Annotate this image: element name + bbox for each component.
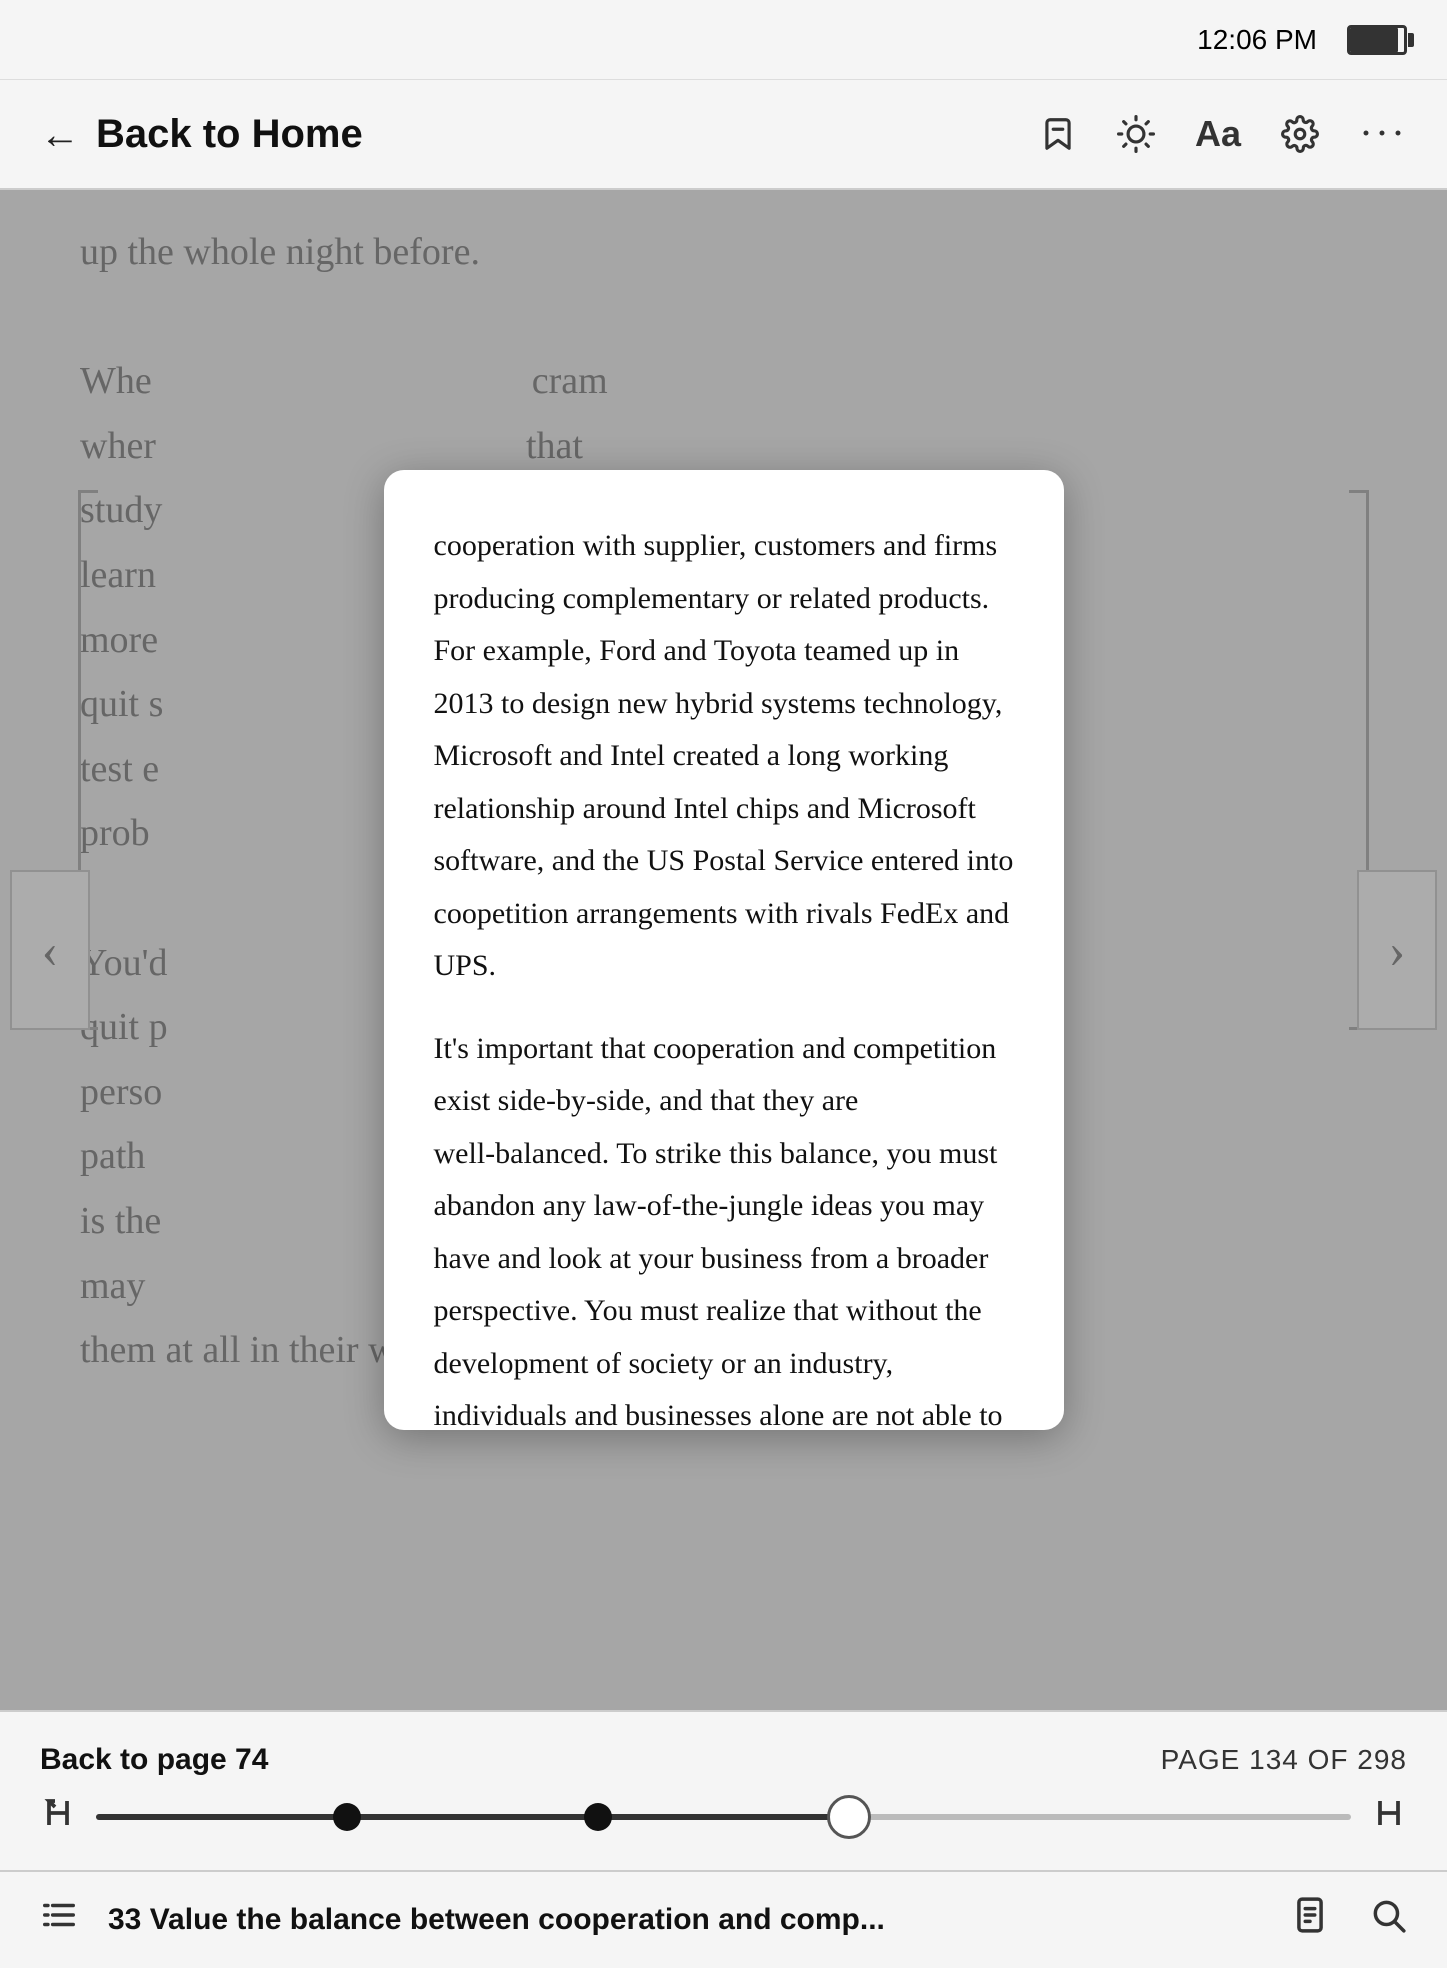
status-bar: 12:06 PM xyxy=(0,0,1447,80)
modal-content: cooperation with supplier, customers and… xyxy=(384,470,1064,1430)
status-time: 12:06 PM xyxy=(1197,24,1317,56)
progress-fill xyxy=(96,1814,849,1820)
chapter-icons xyxy=(1291,1896,1407,1944)
bottom-bar: Back to page 74 PAGE 134 OF 298 xyxy=(0,1710,1447,1870)
bookmark-icon[interactable] xyxy=(1039,115,1077,153)
search-icon[interactable] xyxy=(1369,1896,1407,1944)
progress-row xyxy=(40,1795,1407,1839)
progress-end-icon[interactable] xyxy=(1371,1795,1407,1839)
document-icon[interactable] xyxy=(1291,1896,1329,1944)
nav-icons: Aa ··· xyxy=(1039,110,1407,158)
more-icon[interactable]: ··· xyxy=(1359,110,1407,158)
progress-dot-2 xyxy=(584,1803,612,1831)
back-label: Back to Home xyxy=(96,112,363,157)
back-to-page-label[interactable]: Back to page 74 xyxy=(40,1743,268,1777)
font-icon[interactable]: Aa xyxy=(1195,113,1241,155)
back-button[interactable]: ← Back to Home xyxy=(40,111,363,158)
reading-area: up the whole night before. Whecram whert… xyxy=(0,190,1447,1710)
battery-icon xyxy=(1347,25,1407,55)
progress-start-icon[interactable] xyxy=(40,1795,76,1839)
modal-overlay[interactable]: cooperation with supplier, customers and… xyxy=(0,190,1447,1710)
top-nav: ← Back to Home Aa xyxy=(0,80,1447,190)
progress-thumb[interactable] xyxy=(827,1795,871,1839)
settings-icon[interactable] xyxy=(1281,115,1319,153)
page-info-row: Back to page 74 PAGE 134 OF 298 xyxy=(40,1743,1407,1777)
modal-paragraph-2: It's important that cooperation and comp… xyxy=(434,1023,1014,1431)
chapter-bar: 33 Value the balance between cooperation… xyxy=(0,1870,1447,1968)
brightness-icon[interactable] xyxy=(1117,115,1155,153)
modal-paragraph-1: cooperation with supplier, customers and… xyxy=(434,520,1014,993)
chapter-title: 33 Value the balance between cooperation… xyxy=(108,1903,1261,1937)
back-arrow-icon: ← xyxy=(40,111,80,158)
progress-track[interactable] xyxy=(96,1814,1351,1820)
progress-dot-1 xyxy=(333,1803,361,1831)
page-count-label: PAGE 134 OF 298 xyxy=(1161,1744,1407,1776)
modal-text: cooperation with supplier, customers and… xyxy=(434,520,1014,1430)
toc-icon[interactable] xyxy=(40,1896,78,1944)
